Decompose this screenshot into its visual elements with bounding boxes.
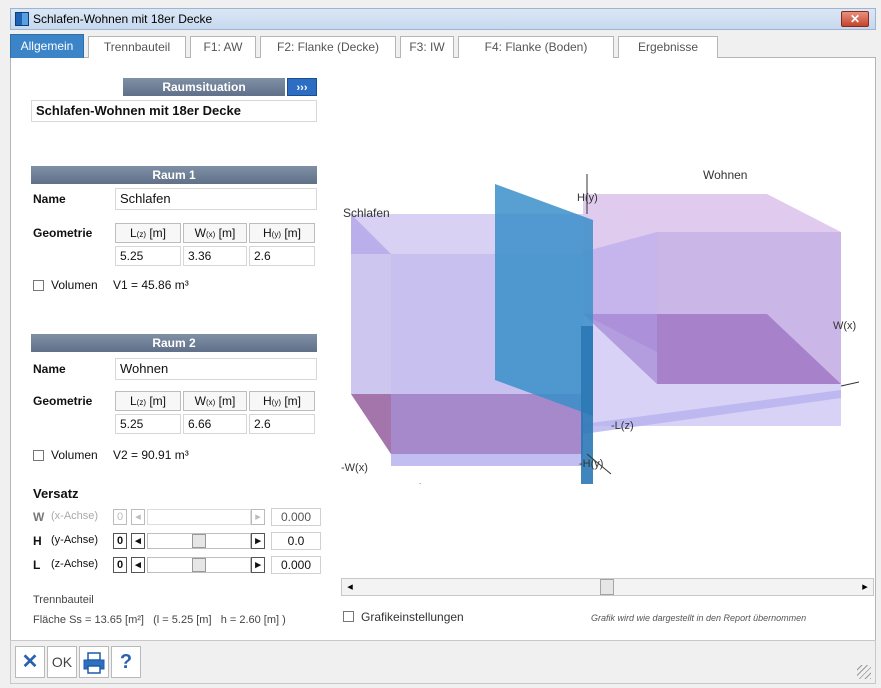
cancel-button[interactable]: ✕: [15, 646, 45, 678]
versatz-h-letter: H: [33, 534, 42, 548]
raum2-l-header: L(z) [m]: [115, 391, 181, 411]
tab-trennbauteil[interactable]: Trennbauteil: [88, 36, 186, 58]
versatz-w-value[interactable]: 0.000: [271, 508, 321, 526]
grafik-note: Grafik wird wie dargestellt in den Repor…: [591, 613, 807, 623]
scroll-thumb[interactable]: [600, 579, 614, 595]
trennbauteil-flaeche: Fläche Ss = 13.65 [m²] (l = 5.25 [m] h =…: [33, 614, 286, 626]
room-3d-graphic: [351, 174, 860, 484]
raum1-h-header: H(y) [m]: [249, 223, 315, 243]
tab-f4-flanke-boden[interactable]: F4: Flanke (Boden): [458, 36, 614, 58]
app-icon: [15, 12, 29, 26]
graphic-axis-hy: H(y): [577, 192, 598, 204]
versatz-l-row: L (z-Achse) 0 ◂ ▸ 0.000: [33, 556, 323, 574]
raum1-l-header: L(z) [m]: [115, 223, 181, 243]
raum1-geometrie-label: Geometrie: [33, 226, 93, 240]
raum2-w-input[interactable]: 6.66: [183, 414, 247, 434]
versatz-l-zero-button[interactable]: 0: [113, 557, 127, 573]
raum1-volumen-label: Volumen: [51, 278, 98, 292]
bottom-toolbar: ✕ OK ?: [10, 640, 876, 684]
graphic-axis-wx: W(x): [833, 320, 857, 332]
versatz-h-zero-button[interactable]: 0: [113, 533, 127, 549]
axis-wx-line: [840, 381, 860, 387]
raum1-w-header: W(x) [m]: [183, 223, 247, 243]
raum1-name-field[interactable]: Schlafen: [115, 188, 317, 210]
raum2-name-field[interactable]: Wohnen: [115, 358, 317, 380]
raum2-l-input[interactable]: 5.25: [115, 414, 181, 434]
versatz-w-axis: (x-Achse): [51, 510, 99, 522]
versatz-h-right-arrow[interactable]: ▸: [251, 533, 265, 549]
window-title: Schlafen-Wohnen mit 18er Decke: [33, 12, 213, 26]
raum2-h-input[interactable]: 2.6: [249, 414, 315, 434]
versatz-h-row: H (y-Achse) 0 ◂ ▸ 0.0: [33, 532, 323, 550]
versatz-w-left-arrow[interactable]: ◂: [131, 509, 145, 525]
raum2-w-header: W(x) [m]: [183, 391, 247, 411]
versatz-l-left-arrow[interactable]: ◂: [131, 557, 145, 573]
versatz-l-right-arrow[interactable]: ▸: [251, 557, 265, 573]
trennwand-wall: [495, 184, 593, 416]
grafik-label: Grafikeinstellungen: [361, 610, 464, 624]
help-button[interactable]: ?: [111, 646, 141, 678]
versatz-h-value[interactable]: 0.0: [271, 532, 321, 550]
graphic-axis-neg-hy: -H(y): [579, 458, 604, 470]
tab-f1-aw[interactable]: F1: AW: [190, 36, 256, 58]
raum1-header: Raum 1: [31, 166, 317, 184]
print-button[interactable]: [79, 646, 109, 678]
versatz-l-slider-thumb[interactable]: [192, 558, 206, 572]
title-bar: Schlafen-Wohnen mit 18er Decke ✕: [10, 8, 876, 30]
graphic-horizontal-scrollbar[interactable]: ◂ ▸: [341, 578, 874, 596]
scroll-left-icon[interactable]: ◂: [342, 579, 358, 595]
raumsituation-header: Raumsituation: [123, 78, 285, 96]
raum1-volumen-checkbox[interactable]: [33, 280, 44, 291]
versatz-h-left-arrow[interactable]: ◂: [131, 533, 145, 549]
raumsituation-field[interactable]: Schlafen-Wohnen mit 18er Decke: [31, 100, 317, 122]
printer-icon: [83, 652, 105, 674]
tab-allgemein[interactable]: Allgemein: [10, 34, 84, 58]
tab-content: Raumsituation ››› Schlafen-Wohnen mit 18…: [10, 58, 876, 640]
raum2-geometrie-label: Geometrie: [33, 394, 93, 408]
raum2-header: Raum 2: [31, 334, 317, 352]
versatz-h-axis: (y-Achse): [51, 534, 99, 546]
grafik-checkbox[interactable]: [343, 611, 354, 622]
versatz-w-right-arrow[interactable]: ▸: [251, 509, 265, 525]
tab-f2-flanke-decke[interactable]: F2: Flanke (Decke): [260, 36, 396, 58]
raum1-w-input[interactable]: 3.36: [183, 246, 247, 266]
raum2-name-label: Name: [33, 362, 66, 376]
raum2-volumen-checkbox[interactable]: [33, 450, 44, 461]
versatz-w-letter: W: [33, 510, 45, 524]
versatz-l-value[interactable]: 0.000: [271, 556, 321, 574]
dialog-window: Schlafen-Wohnen mit 18er Decke ✕ Allgeme…: [0, 0, 881, 688]
schlafen-slab: [391, 454, 583, 466]
close-button[interactable]: ✕: [841, 11, 869, 27]
versatz-h-slider[interactable]: [147, 533, 251, 549]
versatz-w-zero-button[interactable]: 0: [113, 509, 127, 525]
raum2-volumen-value: V2 = 90.91 m³: [113, 448, 189, 462]
raumsituation-more-button[interactable]: ›››: [287, 78, 317, 96]
raum1-h-input[interactable]: 2.6: [249, 246, 315, 266]
versatz-l-axis: (z-Achse): [51, 558, 99, 570]
trennbauteil-label: Trennbauteil: [33, 594, 94, 606]
raum1-l-input[interactable]: 5.25: [115, 246, 181, 266]
versatz-w-row: W (x-Achse) 0 ◂ ▸ 0.000: [33, 508, 323, 526]
tab-bar: Allgemein Trennbauteil F1: AW F2: Flanke…: [10, 34, 876, 58]
tab-ergebnisse[interactable]: Ergebnisse: [618, 36, 718, 58]
versatz-l-letter: L: [33, 558, 41, 572]
raum1-volumen-value: V1 = 45.86 m³: [113, 278, 189, 292]
graphic-label-wohnen: Wohnen: [703, 168, 748, 182]
versatz-h-slider-thumb[interactable]: [192, 534, 206, 548]
graphic-axis-neg-lz: -L(z): [611, 420, 634, 432]
resize-grip-icon[interactable]: [857, 665, 871, 679]
raum2-volumen-label: Volumen: [51, 448, 98, 462]
raum1-name-label: Name: [33, 192, 66, 206]
versatz-l-slider[interactable]: [147, 557, 251, 573]
versatz-header: Versatz: [33, 486, 79, 501]
tab-f3-iw[interactable]: F3: IW: [400, 36, 454, 58]
graphic-label-schlafen: Schlafen: [343, 206, 390, 220]
versatz-w-slider[interactable]: [147, 509, 251, 525]
graphic-axis-neg-wx: -W(x): [341, 462, 368, 474]
ok-button[interactable]: OK: [47, 646, 77, 678]
raum2-h-header: H(y) [m]: [249, 391, 315, 411]
scroll-right-icon[interactable]: ▸: [857, 579, 873, 595]
